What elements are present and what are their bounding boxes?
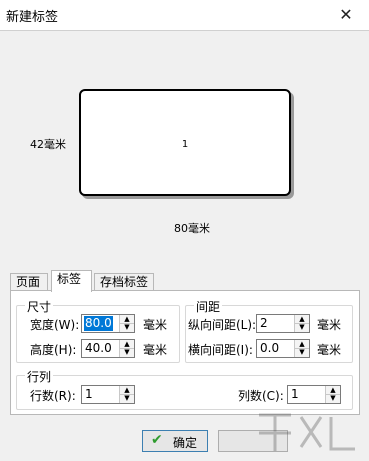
rows-cols-group: 行列 行数(R): 1 ▲ ▼ 列数(C): 1 ▲ ▼: [16, 368, 353, 410]
tab-archive-label[interactable]: 存档标签: [94, 273, 154, 290]
rows-spin-buttons[interactable]: ▲ ▼: [119, 386, 134, 403]
watermark-logo: [259, 413, 355, 451]
height-label: 高度(H):: [30, 343, 77, 357]
width-label: 宽度(W):: [30, 318, 80, 332]
size-legend: 尺寸: [25, 298, 54, 315]
ok-button[interactable]: ✔ 确定: [142, 430, 208, 452]
height-spin-buttons[interactable]: ▲ ▼: [119, 340, 134, 357]
tab-label[interactable]: 标签: [51, 270, 92, 292]
height-spinbox[interactable]: 40.0 ▲ ▼: [81, 339, 135, 358]
size-group: 尺寸 宽度(W): 80.0 ▲ ▼ 毫米 高度(H): 40.0 ▲ ▼ 毫米: [16, 298, 180, 363]
cols-label: 列数(C):: [238, 389, 284, 403]
preview-height-label: 42毫米: [30, 138, 66, 151]
down-arrow-icon[interactable]: ▼: [326, 394, 340, 402]
cols-spinbox[interactable]: 1 ▲ ▼: [287, 385, 341, 404]
title-bar: 新建标签 ✕: [0, 0, 369, 30]
down-arrow-icon[interactable]: ▼: [295, 323, 309, 331]
width-value[interactable]: 80.0: [84, 316, 113, 331]
label-preview: 1: [79, 89, 291, 196]
height-unit: 毫米: [143, 343, 168, 357]
cols-value[interactable]: 1: [290, 387, 300, 402]
rows-value[interactable]: 1: [84, 387, 94, 402]
tab-panel: 尺寸 宽度(W): 80.0 ▲ ▼ 毫米 高度(H): 40.0 ▲ ▼ 毫米…: [10, 290, 360, 415]
width-spinbox[interactable]: 80.0 ▲ ▼: [81, 314, 135, 333]
vertical-spacing-unit: 毫米: [317, 318, 342, 332]
ok-button-label: 确定: [173, 436, 198, 450]
rows-cols-legend: 行列: [25, 368, 54, 385]
down-arrow-icon[interactable]: ▼: [295, 348, 309, 356]
vertical-spacing-value[interactable]: 2: [259, 316, 269, 331]
horizontal-spacing-value[interactable]: 0.0: [259, 341, 280, 356]
horizontal-spacing-label: 横向间距(I):: [188, 343, 253, 357]
down-arrow-icon[interactable]: ▼: [120, 323, 134, 331]
preview-number: 1: [181, 139, 189, 150]
vertical-spacing-label: 纵向间距(L):: [188, 318, 257, 332]
vertical-spacing-spinbox[interactable]: 2 ▲ ▼: [256, 314, 310, 333]
window-title: 新建标签: [6, 10, 59, 25]
preview-width-label: 80毫米: [174, 222, 210, 235]
width-spin-buttons[interactable]: ▲ ▼: [119, 315, 134, 332]
vertical-spin-buttons[interactable]: ▲ ▼: [294, 315, 309, 332]
cols-spin-buttons[interactable]: ▲ ▼: [325, 386, 340, 403]
down-arrow-icon[interactable]: ▼: [120, 348, 134, 356]
rows-spinbox[interactable]: 1 ▲ ▼: [81, 385, 135, 404]
spacing-legend: 间距: [194, 298, 223, 315]
checkmark-icon: ✔: [151, 432, 163, 448]
width-unit: 毫米: [143, 318, 168, 332]
tab-page[interactable]: 页面: [10, 273, 48, 290]
horizontal-spacing-spinbox[interactable]: 0.0 ▲ ▼: [256, 339, 310, 358]
close-icon[interactable]: ✕: [323, 0, 369, 30]
spacing-group: 间距 纵向间距(L): 2 ▲ ▼ 毫米 横向间距(I): 0.0 ▲ ▼ 毫米: [185, 298, 353, 363]
down-arrow-icon[interactable]: ▼: [120, 394, 134, 402]
rows-label: 行数(R):: [30, 389, 76, 403]
horizontal-spacing-unit: 毫米: [317, 343, 342, 357]
height-value[interactable]: 40.0: [84, 341, 113, 356]
horizontal-spin-buttons[interactable]: ▲ ▼: [294, 340, 309, 357]
